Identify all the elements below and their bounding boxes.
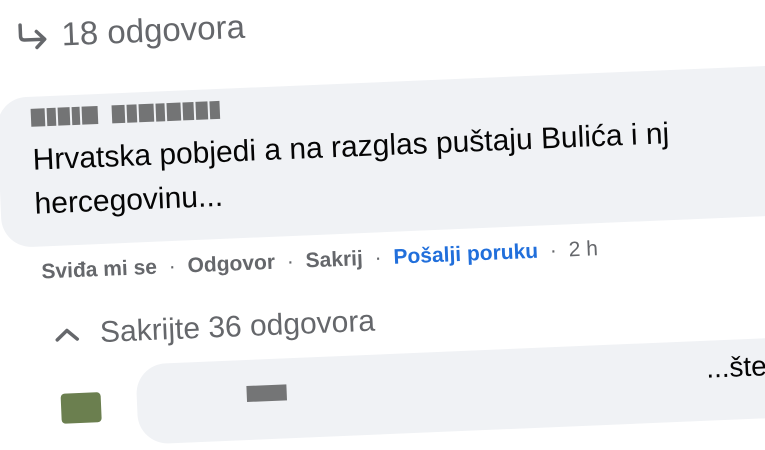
hide-replies-link[interactable]: Sakrijte 36 odgovora	[53, 304, 376, 352]
separator: ·	[168, 254, 177, 279]
avatar[interactable]	[60, 392, 102, 424]
reply-link[interactable]: Odgovor	[187, 251, 275, 278]
replies-count-label: 18 odgovora	[60, 7, 246, 53]
next-comment-author-blurred[interactable]	[246, 384, 288, 403]
separator: ·	[549, 238, 558, 263]
next-comment-text-fragment: ...šte	[705, 350, 765, 384]
view-replies-link[interactable]: 18 odgovora	[15, 8, 246, 56]
like-link[interactable]: Sviđa mi se	[41, 256, 157, 284]
comment-thread: 18 odgovora Hrvatska pobjedi a na razgla…	[0, 0, 765, 445]
separator: ·	[286, 249, 295, 274]
comment-actions: Sviđa mi se · Odgovor · Sakrij · Pošalji…	[41, 237, 598, 284]
hide-replies-label: Sakrijte 36 odgovora	[99, 304, 376, 350]
hide-link[interactable]: Sakrij	[305, 247, 363, 272]
chevron-up-icon	[55, 328, 80, 342]
separator: ·	[374, 246, 383, 270]
send-message-link[interactable]: Pošalji poruku	[393, 240, 539, 269]
next-comment-bubble	[135, 335, 765, 445]
comment-timestamp[interactable]: 2 h	[568, 237, 598, 261]
reply-arrow-icon	[18, 23, 47, 50]
